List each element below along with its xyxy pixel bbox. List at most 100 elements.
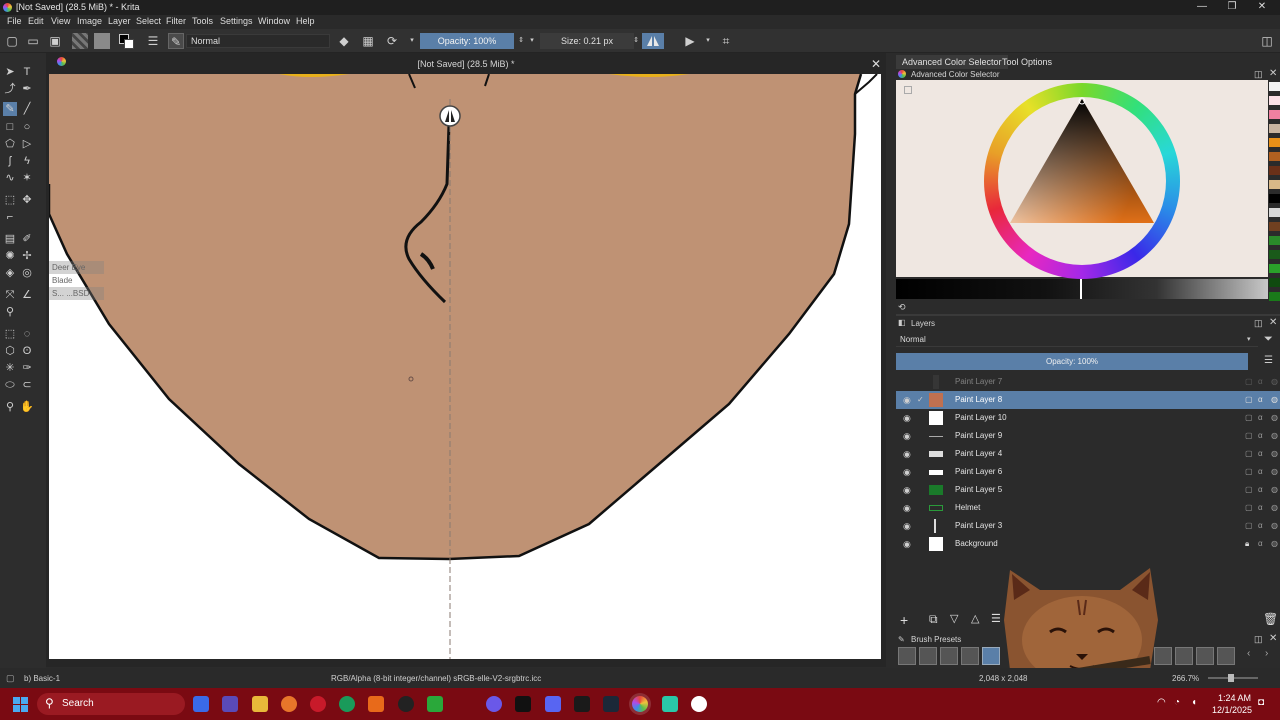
lock-icon[interactable]: ▢ (1245, 449, 1255, 459)
blender-icon[interactable] (281, 696, 297, 712)
lock-icon[interactable]: ▢ (1245, 467, 1255, 477)
wrap-around-icon[interactable]: ⌗ (718, 33, 734, 49)
inherit-alpha-icon[interactable]: ◍ (1271, 467, 1280, 477)
app-icon[interactable] (486, 696, 502, 712)
assistant-icon[interactable]: ✢ (20, 249, 34, 263)
lock-icon[interactable]: ▢ (1245, 395, 1255, 405)
alpha-lock-icon[interactable]: α (1258, 539, 1268, 549)
text-tool-icon[interactable]: T (20, 65, 34, 79)
layer-row[interactable]: ◉ Paint Layer 6 ▢ α ◍ (896, 463, 1280, 481)
palette-swatch[interactable] (1269, 110, 1280, 119)
palette-swatch[interactable] (1269, 236, 1280, 245)
polygon-select-icon[interactable]: ⬡ (3, 344, 17, 358)
layer-menu-icon[interactable]: ☰ (1264, 355, 1273, 366)
menu-layer[interactable]: Layer (108, 16, 131, 26)
copilot-icon[interactable] (193, 696, 209, 712)
chevron-right-icon[interactable]: › (1265, 648, 1268, 659)
inherit-alpha-icon[interactable]: ◍ (1271, 377, 1280, 387)
bezier-tool-icon[interactable]: ʃ (3, 154, 17, 168)
opera-icon[interactable] (310, 696, 326, 712)
brush-preset-item[interactable] (919, 647, 937, 665)
palette-swatch[interactable] (1269, 194, 1280, 203)
app-icon[interactable] (427, 696, 443, 712)
layer-opacity-slider[interactable]: Opacity: 100% (896, 353, 1248, 370)
pan-tool-icon[interactable]: ✋ (20, 400, 34, 414)
menu-image[interactable]: Image (77, 16, 102, 26)
inherit-alpha-icon[interactable]: ◍ (1271, 431, 1280, 441)
lock-icon[interactable]: ▢ (1245, 521, 1255, 531)
brush-preset-item-active[interactable] (982, 647, 1000, 665)
alpha-lock-icon[interactable]: α (1258, 485, 1268, 495)
layer-row[interactable]: ◉ Paint Layer 5 ▢ α ◍ (896, 481, 1280, 499)
eye-icon[interactable]: ◉ (903, 395, 913, 405)
alpha-lock-icon[interactable]: α (1258, 431, 1268, 441)
brush-preset-item[interactable] (1196, 647, 1214, 665)
inherit-alpha-icon[interactable]: ◍ (1271, 413, 1280, 423)
reference-tool-icon[interactable]: ⚲ (3, 305, 17, 319)
lock-icon[interactable]: ▢ (1245, 377, 1255, 387)
palette-swatch[interactable] (1269, 82, 1280, 91)
ellipse-select-icon[interactable]: ◌ (20, 327, 34, 341)
freehand-path-icon[interactable]: ϟ (20, 154, 34, 168)
pattern-swatch[interactable] (94, 33, 110, 49)
tab-advanced-color-selector[interactable]: Advanced Color Selector (896, 55, 1008, 69)
brush-preset-item[interactable] (898, 647, 916, 665)
alpha-lock-icon[interactable]: α (1258, 503, 1268, 513)
menu-edit[interactable]: Edit (28, 16, 44, 26)
float-panel-icon[interactable]: ◫ (1254, 634, 1263, 645)
menu-tools[interactable]: Tools (192, 16, 213, 26)
inherit-alpha-icon[interactable]: ◍ (1271, 539, 1280, 549)
fill-tool-icon[interactable]: ◈ (3, 266, 17, 280)
crop-tool-icon[interactable]: ⌐ (3, 210, 17, 224)
menu-help[interactable]: Help (296, 16, 315, 26)
close-panel-icon[interactable]: ✕ (1269, 317, 1277, 328)
zoom-tool-icon[interactable]: ⚲ (3, 400, 17, 414)
palette-swatch[interactable] (1269, 124, 1280, 133)
multibrush-icon[interactable]: ✶ (20, 171, 34, 185)
layer-row[interactable]: ◉ Background 🔒︎ α ◍ (896, 535, 1280, 553)
maximize-button[interactable]: ❐ (1217, 0, 1247, 15)
refresh-icon[interactable]: ⟲ (898, 302, 906, 313)
color-profile-label[interactable]: RGB/Alpha (8-bit integer/channel) sRGB-e… (331, 674, 541, 683)
color-options-icon[interactable] (904, 86, 912, 94)
layer-row[interactable]: ◉ Paint Layer 9 ▢ α ◍ (896, 427, 1280, 445)
freehand-select-icon[interactable]: ʘ (20, 344, 34, 358)
splitter[interactable] (896, 314, 1280, 316)
ellipse-tool-icon[interactable]: ○ (20, 120, 34, 134)
menu-settings[interactable]: Settings (220, 16, 253, 26)
eye-icon[interactable]: ◉ (903, 467, 913, 477)
eye-icon[interactable]: ◉ (903, 413, 913, 423)
filter-icon[interactable]: ⏷ (1264, 333, 1273, 346)
save-icon[interactable]: ▣ (47, 33, 63, 49)
calligraphy-icon[interactable]: ✒ (20, 82, 34, 96)
color-wheel-panel[interactable] (896, 80, 1268, 279)
brush-preset-icon[interactable]: ✎ (168, 33, 184, 49)
add-layer-button[interactable]: + (900, 612, 908, 628)
brush-settings-icon[interactable]: ☰ (145, 33, 161, 49)
wifi-icon[interactable]: ◔ (1174, 697, 1180, 708)
rectangle-tool-icon[interactable]: □ (3, 120, 17, 134)
palette-swatch[interactable] (1269, 180, 1280, 189)
magnetic-select-icon[interactable]: ⊂ (20, 378, 34, 392)
inherit-alpha-icon[interactable]: ◍ (1271, 503, 1280, 513)
delete-layer-icon[interactable]: 🗑︎ (1263, 612, 1278, 626)
size-slider[interactable]: Size: 0.21 px (540, 33, 634, 49)
line-tool-icon[interactable]: ╱ (20, 102, 34, 116)
layer-row[interactable]: Paint Layer 7 ▢ α ◍ (896, 373, 1280, 391)
color-picker-icon[interactable]: ✐ (20, 232, 34, 246)
app-icon[interactable] (574, 696, 590, 712)
clock-date[interactable]: 12/1/2025 (1212, 705, 1252, 715)
lock-icon[interactable]: ▢ (1245, 431, 1255, 441)
discord-icon[interactable] (545, 696, 561, 712)
menu-filter[interactable]: Filter (166, 16, 186, 26)
horizontal-mirror-button[interactable] (642, 33, 664, 49)
eye-icon[interactable]: ◉ (903, 431, 913, 441)
close-window-button[interactable]: ✕ (1247, 0, 1277, 15)
preserve-alpha-icon[interactable]: ▦ (360, 33, 376, 49)
menu-window[interactable]: Window (258, 16, 290, 26)
smart-patch-icon[interactable]: ✺ (3, 249, 17, 263)
current-brush-label[interactable]: b) Basic-1 (24, 674, 60, 683)
fg-bg-color-icon[interactable] (118, 33, 134, 49)
alpha-lock-icon[interactable]: α (1258, 449, 1268, 459)
eye-icon[interactable]: ◉ (903, 449, 913, 459)
